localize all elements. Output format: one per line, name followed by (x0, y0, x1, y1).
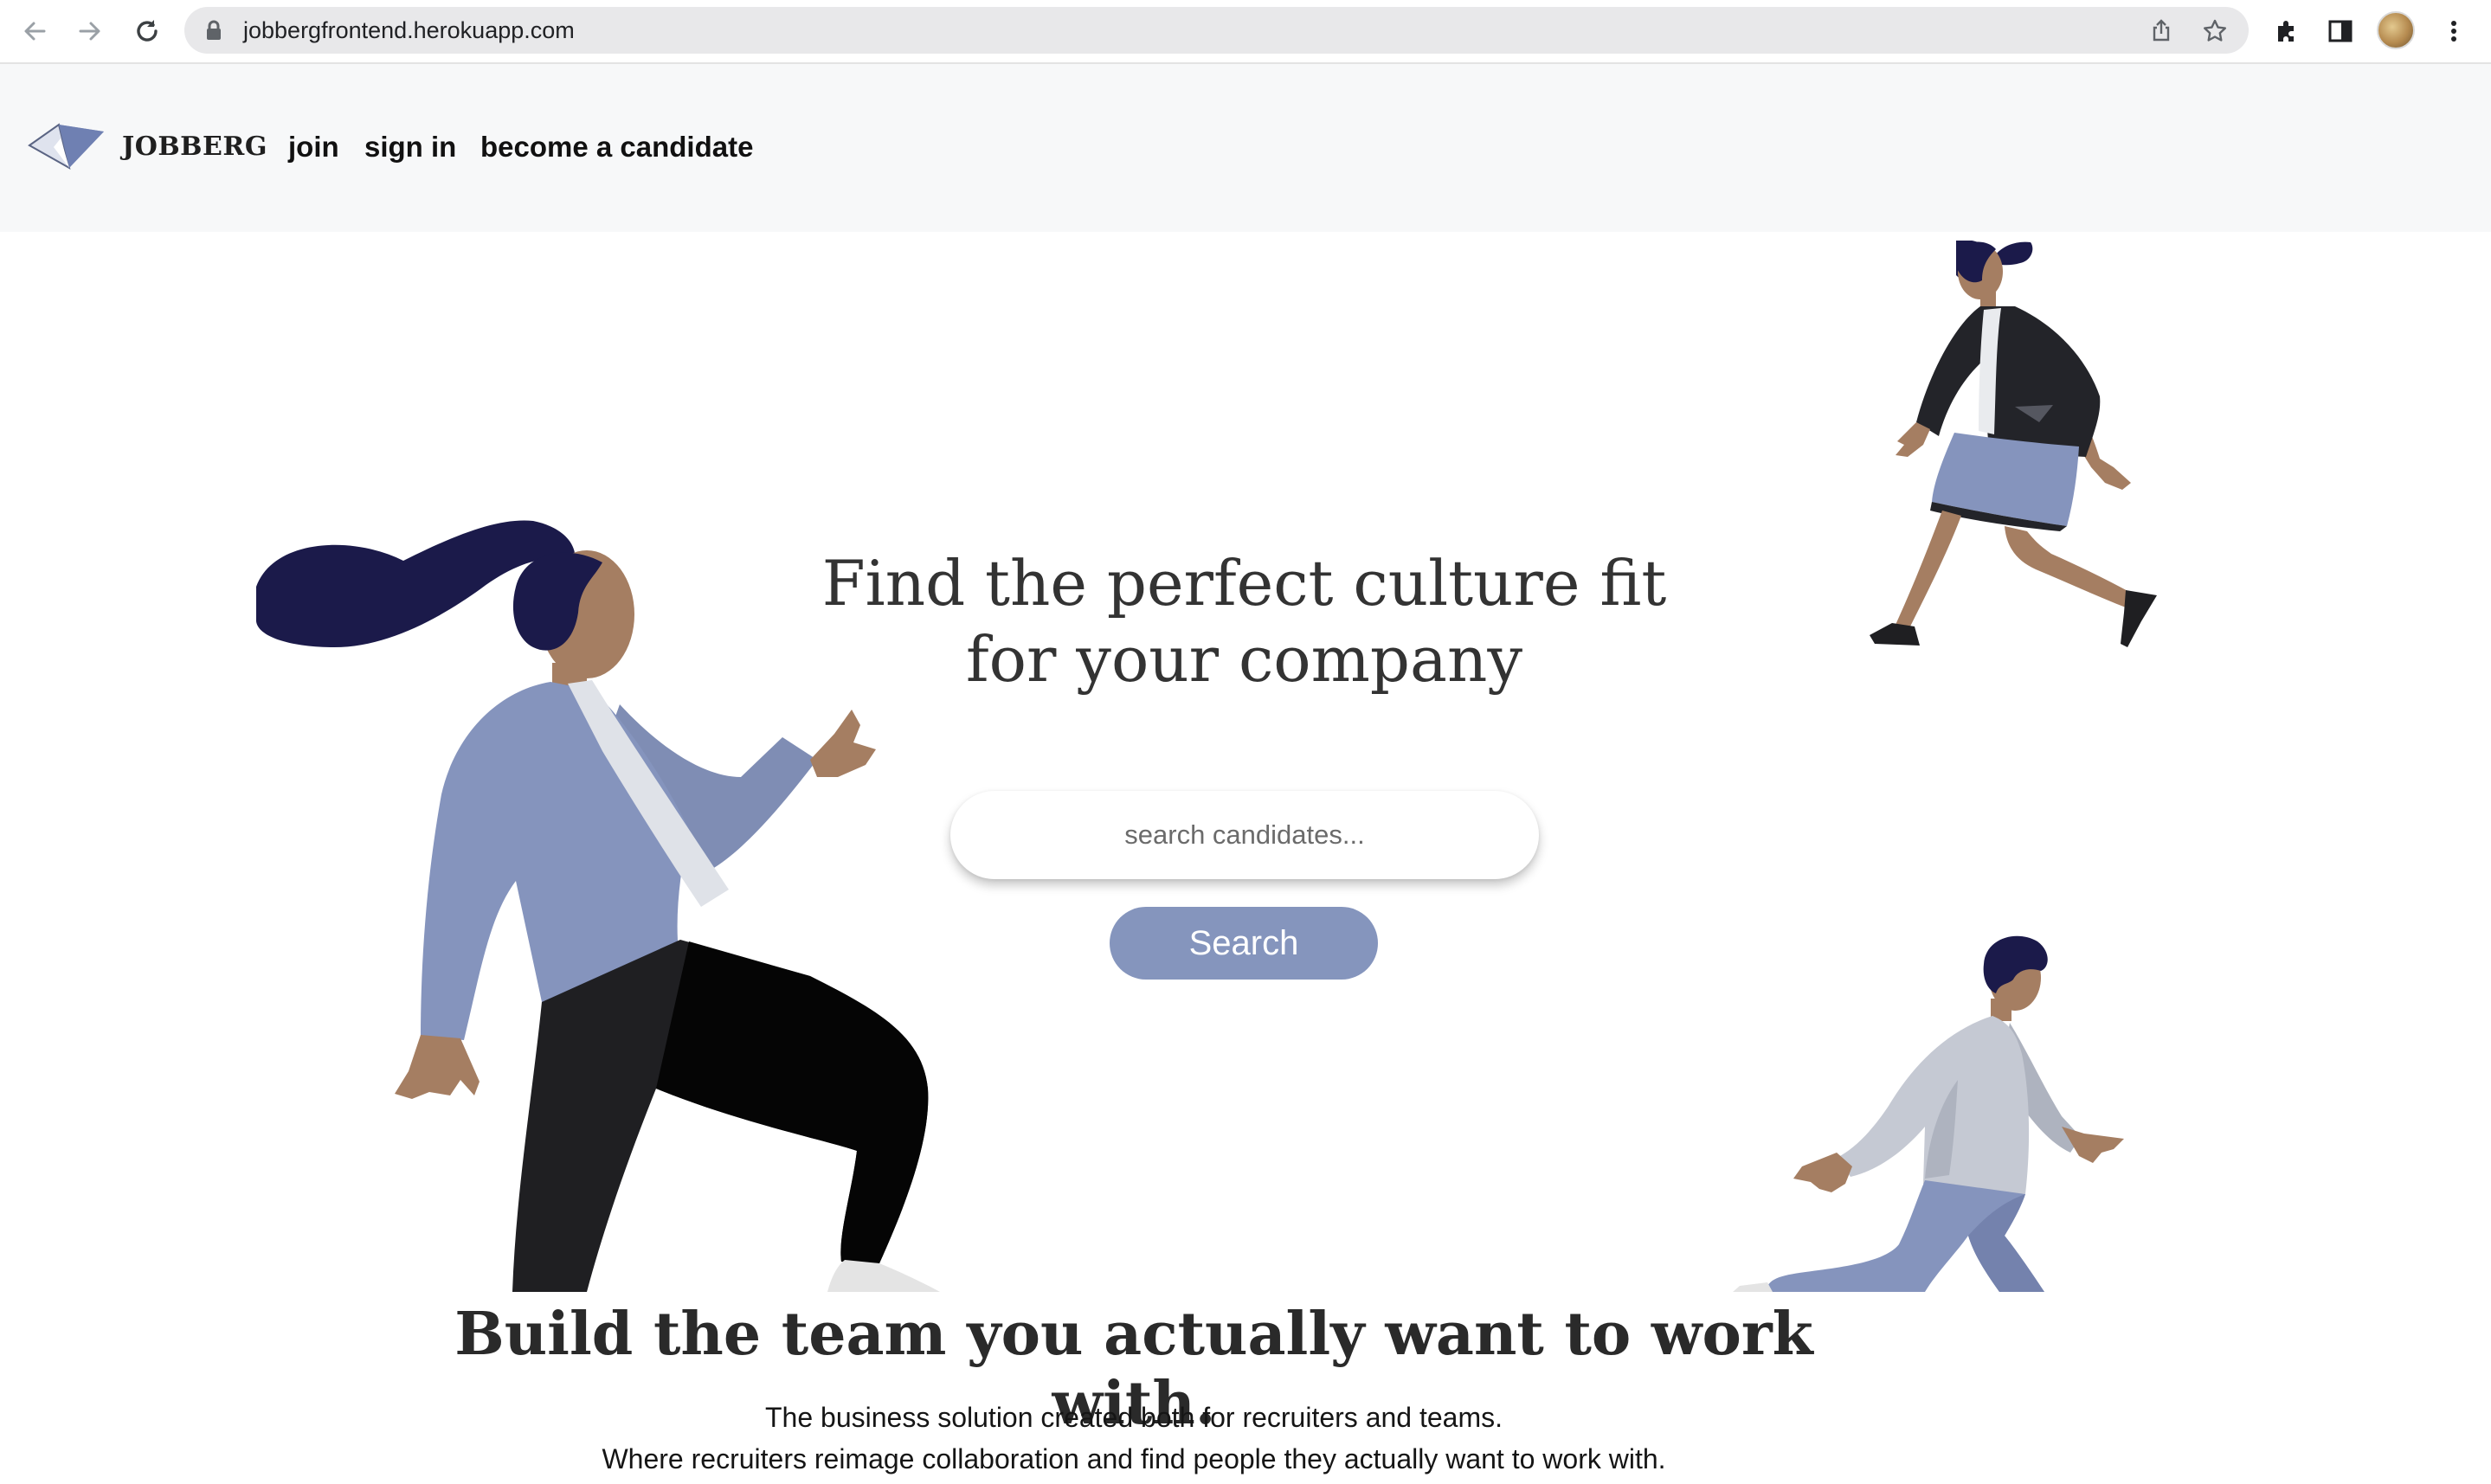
profile-avatar[interactable] (2377, 11, 2415, 49)
jobberg-logo-icon[interactable] (28, 121, 107, 174)
crouching-man-illustration (1733, 935, 2124, 1292)
nav-sign-in-link[interactable]: sign in (364, 131, 456, 164)
site-header: JOBBERG join sign in become a candidate (0, 64, 2491, 232)
url-text: jobbergfrontend.herokuapp.com (243, 17, 575, 43)
forward-icon[interactable] (71, 12, 109, 50)
search-button[interactable]: Search (1110, 907, 1378, 980)
hero-title-line-1: Find the perfect culture fit (821, 547, 1667, 620)
lock-icon[interactable] (205, 20, 222, 45)
address-bar[interactable]: jobbergfrontend.herokuapp.com (184, 7, 2249, 54)
brand-name[interactable]: JOBBERG (122, 132, 267, 162)
reload-icon[interactable] (128, 12, 166, 50)
side-panel-icon[interactable] (2323, 14, 2358, 48)
browser-toolbar: jobbergfrontend.herokuapp.com (0, 0, 2491, 64)
bookmark-star-icon[interactable] (2202, 18, 2226, 42)
extensions-icon[interactable] (2269, 14, 2304, 48)
walking-woman-illustration (1870, 241, 2157, 647)
search-candidates-input[interactable] (950, 791, 1539, 879)
share-icon[interactable] (2149, 18, 2173, 42)
hero-title: Find the perfect culture fit for your co… (779, 545, 1709, 697)
more-menu-icon[interactable] (2436, 14, 2471, 48)
nav-join-link[interactable]: join (288, 131, 339, 164)
nav-become-candidate-link[interactable]: become a candidate (480, 131, 753, 164)
section-description-line-1: The business solution created both for r… (765, 1402, 1503, 1433)
hero-title-line-2: for your company (965, 623, 1522, 696)
back-icon[interactable] (16, 12, 54, 50)
section-description-line-2: Where recruiters reimage collaboration a… (602, 1443, 1666, 1474)
